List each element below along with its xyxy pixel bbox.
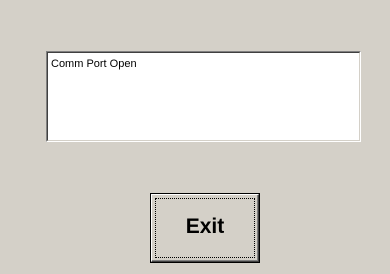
status-text-box[interactable]: Comm Port Open: [46, 51, 361, 142]
exit-button[interactable]: Exit: [150, 193, 260, 263]
exit-button-label: Exit: [185, 215, 225, 238]
status-text: Comm Port Open: [47, 52, 360, 141]
app-window: Comm Port Open Exit: [0, 0, 390, 274]
